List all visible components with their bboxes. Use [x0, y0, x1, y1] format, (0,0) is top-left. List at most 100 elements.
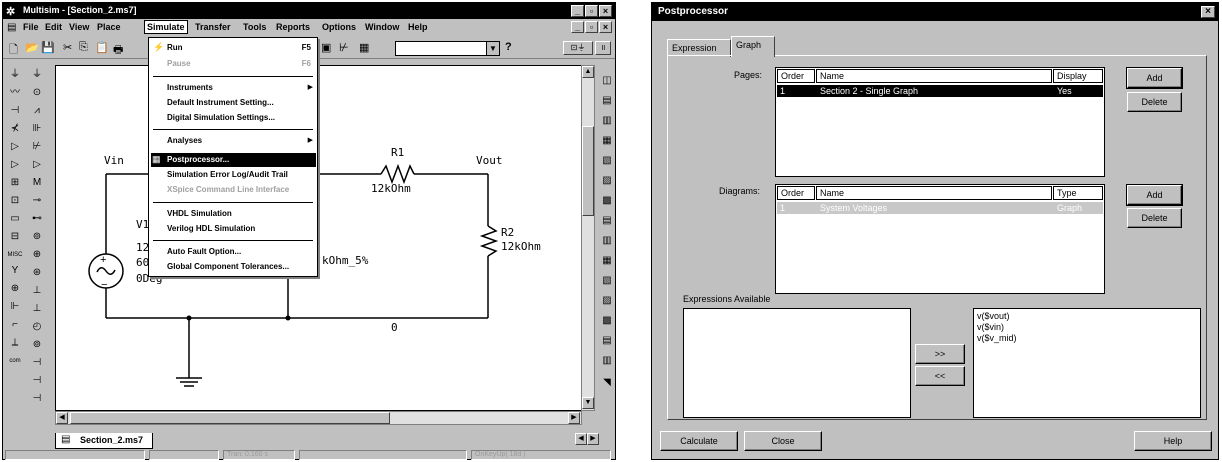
menu-window[interactable]: Window	[365, 22, 399, 32]
list-item[interactable]: v($vout)	[977, 311, 1010, 321]
resistor-icon[interactable]: ⩘	[29, 103, 45, 119]
misc-digital-icon[interactable]: ⊡	[7, 193, 23, 209]
pages-header-display[interactable]: Display	[1053, 69, 1103, 83]
pages-add-button[interactable]: Add	[1126, 67, 1183, 89]
scroll-left-icon[interactable]: ◀	[56, 412, 68, 424]
menu-digital-sim[interactable]: Digital Simulation Settings...	[167, 113, 275, 122]
in-use-list[interactable]: ▼	[395, 41, 500, 56]
multimeter-icon[interactable]: ◫	[599, 73, 615, 89]
menu-vhdl[interactable]: VHDL Simulation	[167, 209, 232, 218]
chevron-down-icon[interactable]: ▼	[486, 42, 499, 55]
menu-place[interactable]: Place	[97, 22, 121, 32]
bjt-icon[interactable]: ⊣	[29, 391, 45, 407]
close-icon[interactable]: ×	[1201, 6, 1215, 18]
tab-next-icon[interactable]: ▶	[587, 433, 599, 445]
lamp-icon[interactable]: ⊚	[29, 229, 45, 245]
pages-header-name[interactable]: Name	[816, 69, 1052, 83]
cmos-icon[interactable]: ⊞	[7, 175, 23, 191]
diagrams-header-order[interactable]: Order	[777, 186, 815, 200]
move-right-button[interactable]: >>	[915, 344, 965, 364]
document-icon[interactable]: ▤	[7, 22, 16, 33]
crystal-icon[interactable]: ⊚	[29, 337, 45, 353]
bus-icon[interactable]: ⊕	[29, 247, 45, 263]
tab-graph[interactable]: Graph	[731, 36, 775, 57]
menu-postprocessor[interactable]: Postprocessor...	[167, 155, 229, 164]
menu-default-instrument[interactable]: Default Instrument Setting...	[167, 98, 274, 107]
help-icon[interactable]: ?	[505, 41, 512, 53]
save-icon[interactable]: 💾	[41, 41, 55, 54]
opamp-icon[interactable]: ▷	[29, 157, 45, 173]
meter-icon[interactable]: M	[29, 175, 45, 191]
word-generator-icon[interactable]: ▨	[599, 173, 615, 189]
menu-pause[interactable]: Pause	[167, 59, 191, 68]
com-icon[interactable]: com	[7, 353, 23, 369]
ttl-icon[interactable]: ▷	[7, 157, 23, 173]
indicator-icon[interactable]: ⊟	[7, 229, 23, 245]
menu-instruments[interactable]: Instruments	[167, 83, 213, 92]
doc-restore-button[interactable]: ▫	[585, 21, 598, 33]
menu-error-log[interactable]: Simulation Error Log/Audit Trail	[167, 170, 288, 179]
move-left-button[interactable]: <<	[915, 366, 965, 386]
iv-analyzer-icon[interactable]: ▥	[599, 233, 615, 249]
list-item[interactable]: v($v_mid)	[977, 333, 1017, 343]
paste-icon[interactable]: 📋	[95, 41, 109, 54]
inductor-icon[interactable]: ⊬	[29, 139, 45, 155]
ladder-icon[interactable]: ⊩	[7, 299, 23, 315]
vertical-scrollbar[interactable]: ▲ ▼	[581, 65, 595, 411]
agilent-icon[interactable]: ▩	[599, 313, 615, 329]
menu-view[interactable]: View	[69, 22, 89, 32]
logic-converter-icon[interactable]: ▤	[599, 213, 615, 229]
help-button[interactable]: Help	[1134, 431, 1212, 451]
diagrams-header-type[interactable]: Type	[1053, 186, 1103, 200]
menu-options[interactable]: Options	[322, 22, 356, 32]
hierarchy-icon[interactable]: ⟂	[7, 335, 23, 351]
menu-auto-fault[interactable]: Auto Fault Option...	[167, 247, 241, 256]
hscroll-thumb[interactable]	[70, 412, 390, 424]
pages-delete-button[interactable]: Delete	[1127, 92, 1182, 112]
diagrams-list[interactable]: Order Name Type 1 System Voltages Graph	[775, 184, 1105, 294]
simulate-switch-icon[interactable]: ⊡⏚	[563, 41, 593, 55]
cut-icon[interactable]: ✂	[63, 41, 72, 54]
logic-analyzer-icon[interactable]: ▩	[599, 193, 615, 209]
oscilloscope-icon[interactable]: ▦	[599, 133, 615, 149]
transistor-icon[interactable]: ⊀	[7, 121, 23, 137]
scroll-up-icon[interactable]: ▲	[582, 66, 594, 78]
scroll-down-icon[interactable]: ▼	[582, 397, 594, 409]
fuse-icon[interactable]: ⊛	[29, 265, 45, 281]
oscillator-icon[interactable]: ◴	[29, 319, 45, 335]
menu-tools[interactable]: Tools	[243, 22, 266, 32]
function-generator-icon[interactable]: ▤	[599, 93, 615, 109]
diode-icon[interactable]: ⊣	[7, 103, 23, 119]
new-icon[interactable]: 🗋	[9, 41, 18, 60]
distortion-icon[interactable]: ▦	[599, 253, 615, 269]
misc-icon[interactable]: MISC	[7, 247, 23, 263]
electromech-icon[interactable]: ⊕	[7, 281, 23, 297]
probe-icon[interactable]: ⊬	[339, 41, 349, 54]
labview-icon[interactable]: ◥	[599, 375, 615, 391]
menu-xspice[interactable]: XSpice Command Line Interface	[167, 185, 289, 194]
table-row[interactable]: 1 System Voltages Graph	[777, 202, 1103, 214]
basic-icon[interactable]: 〰	[7, 85, 23, 101]
pages-list[interactable]: Order Name Display 1 Section 2 - Single …	[775, 67, 1105, 177]
menu-verilog[interactable]: Verilog HDL Simulation	[167, 224, 255, 233]
tab-prev-icon[interactable]: ◀	[575, 433, 587, 445]
pages-header-order[interactable]: Order	[777, 69, 815, 83]
grapher-icon[interactable]: ▣	[321, 41, 331, 54]
menu-analyses[interactable]: Analyses	[167, 136, 202, 145]
menu-reports[interactable]: Reports	[276, 22, 310, 32]
maximize-button[interactable]: ▫	[585, 5, 598, 17]
spreadsheet-icon[interactable]: ▦	[359, 41, 369, 54]
menu-transfer[interactable]: Transfer	[195, 22, 231, 32]
selected-expressions-list[interactable]	[683, 308, 911, 418]
document-tab[interactable]: ▤ Section_2.ms7	[55, 433, 153, 449]
network-icon[interactable]: ▨	[599, 293, 615, 309]
power-icon[interactable]: ⏚	[29, 67, 45, 83]
close-button[interactable]: ×	[599, 5, 612, 17]
open-icon[interactable]: 📂	[25, 41, 39, 54]
expressions-available-list[interactable]: v($vout) v($vin) v($v_mid)	[973, 308, 1201, 418]
table-row[interactable]: 1 Section 2 - Single Graph Yes	[777, 85, 1103, 97]
connector-icon[interactable]: ⌐	[7, 317, 23, 333]
print-icon[interactable]: 🖶	[113, 41, 123, 60]
diagrams-delete-button[interactable]: Delete	[1127, 208, 1182, 228]
copy-icon[interactable]: ⎘	[79, 41, 88, 54]
